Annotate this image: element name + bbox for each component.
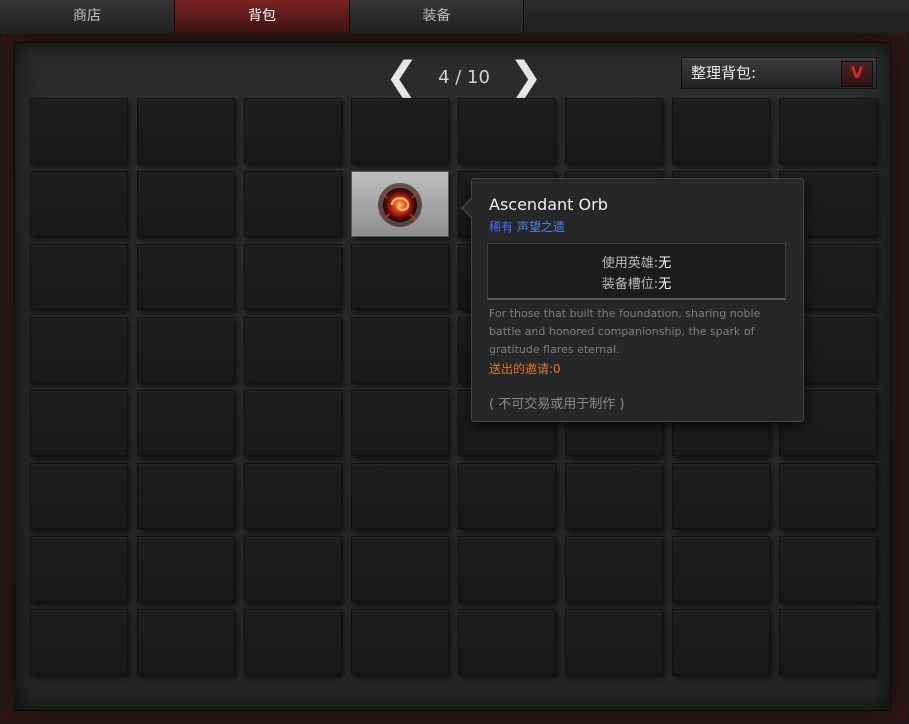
inventory-slot[interactable] [351,390,449,456]
untradable-note: ( 不可交易或用于制作 ) [489,397,625,412]
sort-backpack-dropdown[interactable]: 整理背包: V [681,57,877,89]
inventory-slot[interactable] [137,244,235,310]
inventory-slot[interactable] [137,98,235,164]
inventory-slot[interactable] [458,609,556,675]
inventory-slot[interactable] [244,171,342,237]
inventory-slot[interactable] [30,390,128,456]
inventory-slot[interactable] [244,317,342,383]
inventory-slot[interactable] [351,317,449,383]
inventory-slot[interactable] [30,171,128,237]
invites-sent: 送出的邀请:0 [489,362,561,376]
inventory-slot-ascendant-orb[interactable] [351,171,449,237]
sort-backpack-label: 整理背包: [691,64,757,82]
inventory-slot[interactable] [565,98,663,164]
pager: ❮ 4 / 10 ❯ [385,57,545,99]
item-description: For those that built the foundation, sha… [489,307,761,356]
chevron-down-icon: V [850,63,864,82]
ascendant-orb-icon [378,183,422,227]
tab-backpack[interactable]: 背包 [175,0,350,33]
inventory-slot[interactable] [137,609,235,675]
inventory-slot[interactable] [244,98,342,164]
inventory-slot[interactable] [565,463,663,529]
inventory-slot[interactable] [779,463,877,529]
inventory-slot[interactable] [351,244,449,310]
tooltip-pointer [461,197,473,219]
inventory-slot[interactable] [672,463,770,529]
inventory-slot[interactable] [30,609,128,675]
tab-bar-filler [524,0,909,33]
inventory-slot[interactable] [244,536,342,602]
item-collection: 声望之遗 [516,220,565,234]
dropdown-toggle-button[interactable]: V [841,61,873,87]
item-tooltip: Ascendant Orb 稀有 声望之遗 使用英雄:无 装备槽位:无 For … [461,178,804,422]
inventory-slot[interactable] [244,244,342,310]
inventory-slot[interactable] [672,98,770,164]
slot-value: 无 [658,277,672,292]
inventory-slot[interactable] [351,536,449,602]
inventory-slot[interactable] [244,609,342,675]
item-rarity-line: 稀有 声望之遗 [489,218,565,235]
inventory-slot[interactable] [458,463,556,529]
inventory-slot[interactable] [779,536,877,602]
inventory-slot[interactable] [458,536,556,602]
inventory-slot[interactable] [137,536,235,602]
inventory-slot[interactable] [244,463,342,529]
hero-row: 使用英雄:无 [488,252,785,271]
previous-page-button[interactable]: ❮ [385,57,419,99]
page-indicator: 4 / 10 [438,67,490,88]
slot-label: 装备槽位: [601,277,659,292]
slot-row: 装备槽位:无 [488,273,785,292]
item-name: Ascendant Orb [489,195,608,214]
inventory-slot[interactable] [137,317,235,383]
next-page-button[interactable]: ❯ [509,57,543,99]
inventory-slot[interactable] [137,390,235,456]
inventory-slot[interactable] [458,98,556,164]
top-tab-bar: 商店 背包 装备 [0,0,909,35]
hero-label: 使用英雄: [601,256,659,271]
inventory-slot[interactable] [137,463,235,529]
inventory-slot[interactable] [351,609,449,675]
inventory-slot[interactable] [351,98,449,164]
tab-equipment[interactable]: 装备 [350,0,524,33]
hero-value: 无 [658,256,672,271]
inventory-slot[interactable] [672,536,770,602]
inventory-slot[interactable] [137,171,235,237]
inventory-slot[interactable] [30,98,128,164]
inventory-slot[interactable] [672,609,770,675]
inventory-slot[interactable] [565,536,663,602]
inventory-slot[interactable] [565,609,663,675]
inventory-slot[interactable] [351,463,449,529]
item-rarity: 稀有 [489,220,514,234]
inventory-slot[interactable] [30,317,128,383]
item-attributes-box: 使用英雄:无 装备槽位:无 [487,243,786,300]
inventory-slot[interactable] [30,463,128,529]
tab-shop[interactable]: 商店 [0,0,175,33]
inventory-slot[interactable] [244,390,342,456]
inventory-slot[interactable] [779,609,877,675]
inventory-slot[interactable] [779,98,877,164]
inventory-slot[interactable] [30,536,128,602]
inventory-slot[interactable] [30,244,128,310]
